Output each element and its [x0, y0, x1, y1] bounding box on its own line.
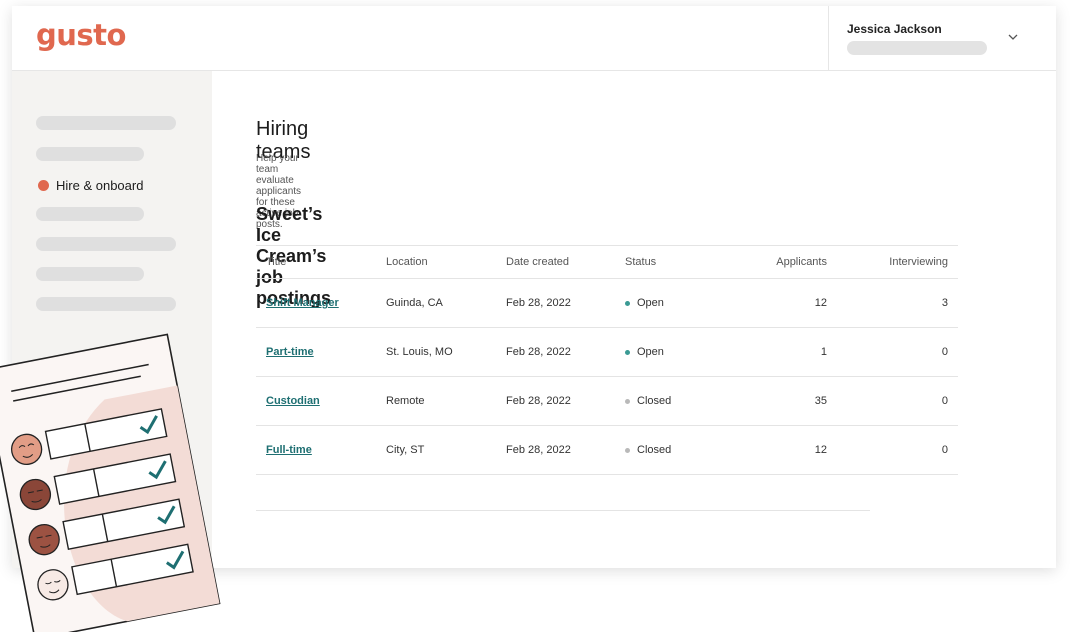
job-location: Remote	[386, 395, 425, 407]
interviewing-count: 0	[941, 395, 948, 407]
gusto-logo[interactable]: gusto	[36, 18, 126, 52]
job-date-created: Feb 28, 2022	[506, 297, 571, 309]
job-title-link[interactable]: Part-time	[266, 346, 314, 358]
user-company-placeholder	[847, 41, 987, 55]
chevron-down-icon[interactable]	[1007, 32, 1019, 42]
column-header-status: Status	[625, 256, 657, 268]
job-title-link[interactable]: Full-time	[266, 444, 312, 456]
status-label: Closed	[637, 444, 672, 456]
status-dot-icon	[625, 349, 630, 355]
job-location: St. Louis, MO	[386, 346, 453, 358]
top-bar: gusto Jessica Jackson	[12, 6, 1056, 71]
status-dot-icon	[625, 447, 630, 453]
status-badge: Closed	[625, 377, 671, 425]
job-date-created: Feb 28, 2022	[506, 346, 571, 358]
table-row[interactable]: Full-time City, ST Feb 28, 2022 Closed 1…	[256, 426, 958, 475]
sidebar-item-placeholder[interactable]	[36, 116, 176, 130]
status-label: Closed	[637, 395, 672, 407]
user-menu[interactable]: Jessica Jackson	[828, 6, 1057, 70]
column-header-applicants: Applicants	[776, 256, 827, 268]
job-date-created: Feb 28, 2022	[506, 395, 571, 407]
status-dot-icon	[625, 300, 630, 306]
job-date-created: Feb 28, 2022	[506, 444, 571, 456]
column-header-location: Location	[386, 256, 428, 268]
table-row[interactable]: Shift Manager Guinda, CA Feb 28, 2022 Op…	[256, 279, 958, 328]
divider	[256, 510, 870, 511]
sidebar-item-placeholder[interactable]	[36, 147, 144, 161]
status-badge: Open	[625, 328, 664, 376]
user-name: Jessica Jackson	[847, 22, 942, 36]
job-location: City, ST	[386, 444, 425, 456]
table-row[interactable]: Part-time St. Louis, MO Feb 28, 2022 Ope…	[256, 328, 958, 377]
status-label: Open	[637, 297, 664, 309]
applicants-count: 12	[814, 297, 827, 309]
interviewing-count: 3	[941, 297, 948, 309]
applicants-count: 1	[820, 346, 827, 358]
applicants-count: 35	[814, 395, 827, 407]
column-header-interviewing: Interviewing	[889, 256, 948, 268]
sidebar-item-label: Hire & onboard	[56, 178, 144, 193]
table-header-row: Title Location Date created Status Appli…	[256, 245, 958, 279]
active-indicator-dot	[38, 180, 49, 191]
status-dot-icon	[625, 398, 630, 404]
sidebar-item-placeholder[interactable]	[36, 267, 144, 281]
sidebar-item-placeholder[interactable]	[36, 297, 176, 311]
sidebar-item-placeholder[interactable]	[36, 207, 144, 221]
sidebar-item-hire-onboard[interactable]: Hire & onboard	[38, 178, 143, 193]
column-header-title: Title	[266, 256, 287, 268]
interviewing-count: 0	[941, 346, 948, 358]
column-header-date-created: Date created	[506, 256, 569, 268]
job-title-link[interactable]: Custodian	[266, 395, 320, 407]
job-title-link[interactable]: Shift Manager	[266, 297, 339, 309]
job-postings-table: Title Location Date created Status Appli…	[256, 245, 958, 475]
interviewing-count: 0	[941, 444, 948, 456]
status-label: Open	[637, 346, 664, 358]
status-badge: Closed	[625, 426, 671, 474]
applicant-checklist-illustration	[0, 333, 221, 632]
job-location: Guinda, CA	[386, 297, 443, 309]
applicants-count: 12	[814, 444, 827, 456]
status-badge: Open	[625, 279, 664, 327]
sidebar-item-placeholder[interactable]	[36, 237, 176, 251]
table-row[interactable]: Custodian Remote Feb 28, 2022 Closed 35 …	[256, 377, 958, 426]
